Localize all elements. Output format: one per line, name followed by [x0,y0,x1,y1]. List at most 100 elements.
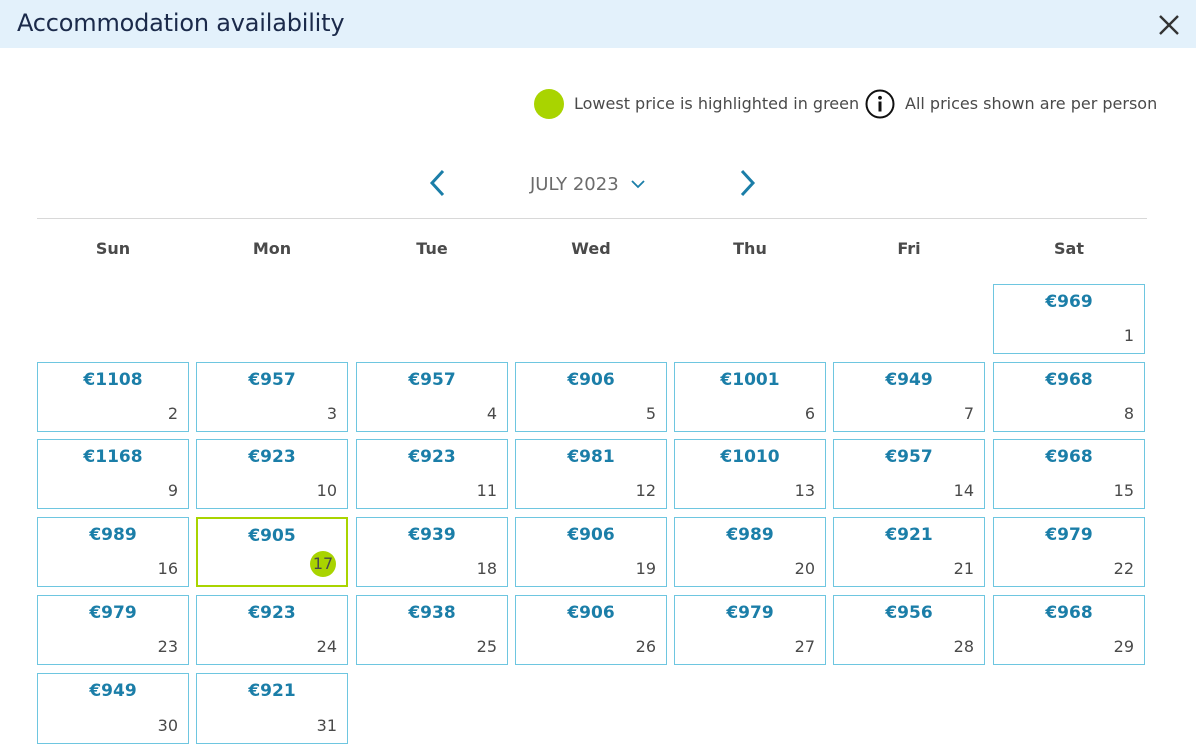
calendar-divider [37,218,1147,219]
calendar-day-23[interactable]: €979 23 [37,595,189,665]
legend-lowest-price: Lowest price is highlighted in green [574,94,860,113]
calendar-day-29[interactable]: €968 29 [993,595,1145,665]
calendar-day-21[interactable]: €921 21 [833,517,985,587]
day-price: €906 [567,525,615,545]
day-price: €905 [248,526,296,546]
calendar-day-18[interactable]: €939 18 [356,517,508,587]
day-price: €1001 [720,370,780,390]
day-number: 18 [476,559,497,578]
day-price: €938 [408,603,456,623]
day-price: €949 [89,681,137,701]
day-number: 10 [316,481,337,500]
day-number: 23 [157,637,178,656]
calendar-day-20[interactable]: €989 20 [674,517,826,587]
day-number: 16 [157,559,178,578]
calendar-day-11[interactable]: €923 11 [356,439,508,509]
calendar-day-31[interactable]: €921 31 [196,673,348,744]
calendar-day-10[interactable]: €923 10 [196,439,348,509]
day-number: 22 [1113,559,1134,578]
calendar-day-9[interactable]: €1168 9 [37,439,189,509]
day-number: 21 [953,559,974,578]
day-number: 26 [635,637,656,656]
calendar-day-1[interactable]: €969 1 [993,284,1145,354]
day-price: €923 [248,447,296,467]
day-price: €979 [89,603,137,623]
day-number: 3 [326,404,337,423]
calendar-day-4[interactable]: €957 4 [356,362,508,432]
day-price: €957 [408,370,456,390]
weekday-label-fri: Fri [897,239,921,258]
calendar-day-17[interactable]: €905 17 [196,517,348,587]
dialog-header: Accommodation availability [0,0,1196,48]
day-number: 31 [316,716,337,735]
calendar-day-24[interactable]: €923 24 [196,595,348,665]
chevron-right-icon [740,169,756,197]
weekday-label-mon: Mon [252,239,292,258]
calendar-day-16[interactable]: €989 16 [37,517,189,587]
info-icon [865,89,895,119]
day-number: 12 [635,481,656,500]
day-price: €979 [1045,525,1093,545]
weekday-label-wed: Wed [571,239,611,258]
calendar-day-3[interactable]: €957 3 [196,362,348,432]
day-price: €968 [1045,370,1093,390]
day-price: €949 [885,370,933,390]
day-number: 17 [310,551,336,577]
day-price: €906 [567,603,615,623]
previous-month-button[interactable] [424,168,452,198]
calendar-day-8[interactable]: €968 8 [993,362,1145,432]
calendar-day-15[interactable]: €968 15 [993,439,1145,509]
legend-per-person: All prices shown are per person [905,94,1158,113]
day-price: €957 [248,370,296,390]
calendar-day-13[interactable]: €1010 13 [674,439,826,509]
day-number: 8 [1123,404,1134,423]
month-selector[interactable]: JULY 2023 [530,172,645,196]
weekday-label-thu: Thu [733,239,767,258]
day-number: 27 [794,637,815,656]
day-number: 7 [963,404,974,423]
day-number: 28 [953,637,974,656]
day-price: €921 [248,681,296,701]
day-number: 19 [635,559,656,578]
calendar-day-5[interactable]: €906 5 [515,362,667,432]
day-number: 25 [476,637,497,656]
chevron-down-icon [631,180,645,189]
calendar-day-26[interactable]: €906 26 [515,595,667,665]
day-price: €956 [885,603,933,623]
day-price: €1010 [720,447,780,467]
day-number: 15 [1113,481,1134,500]
day-price: €968 [1045,447,1093,467]
calendar-day-22[interactable]: €979 22 [993,517,1145,587]
day-number: 11 [476,481,497,500]
calendar-day-27[interactable]: €979 27 [674,595,826,665]
close-button[interactable] [1156,12,1182,38]
day-price: €989 [89,525,137,545]
calendar-day-28[interactable]: €956 28 [833,595,985,665]
day-number: 9 [167,481,178,500]
weekday-label-sun: Sun [95,239,131,258]
weekday-label-tue: Tue [416,239,448,258]
day-price: €939 [408,525,456,545]
day-number: 2 [167,404,178,423]
day-number: 29 [1113,637,1134,656]
day-price: €981 [567,447,615,467]
calendar-day-6[interactable]: €1001 6 [674,362,826,432]
calendar-day-30[interactable]: €949 30 [37,673,189,744]
green-dot-icon [534,89,564,119]
next-month-button[interactable] [733,168,761,198]
day-number: 13 [794,481,815,500]
calendar-day-2[interactable]: €1108 2 [37,362,189,432]
calendar-day-7[interactable]: €949 7 [833,362,985,432]
calendar-day-12[interactable]: €981 12 [515,439,667,509]
dialog-title: Accommodation availability [17,9,345,37]
day-number: 1 [1123,326,1134,345]
chevron-left-icon [429,169,445,197]
calendar-day-25[interactable]: €938 25 [356,595,508,665]
day-price: €923 [408,447,456,467]
day-price: €969 [1045,292,1093,312]
calendar-day-14[interactable]: €957 14 [833,439,985,509]
day-price: €968 [1045,603,1093,623]
day-price: €923 [248,603,296,623]
day-number: 14 [953,481,974,500]
calendar-day-19[interactable]: €906 19 [515,517,667,587]
